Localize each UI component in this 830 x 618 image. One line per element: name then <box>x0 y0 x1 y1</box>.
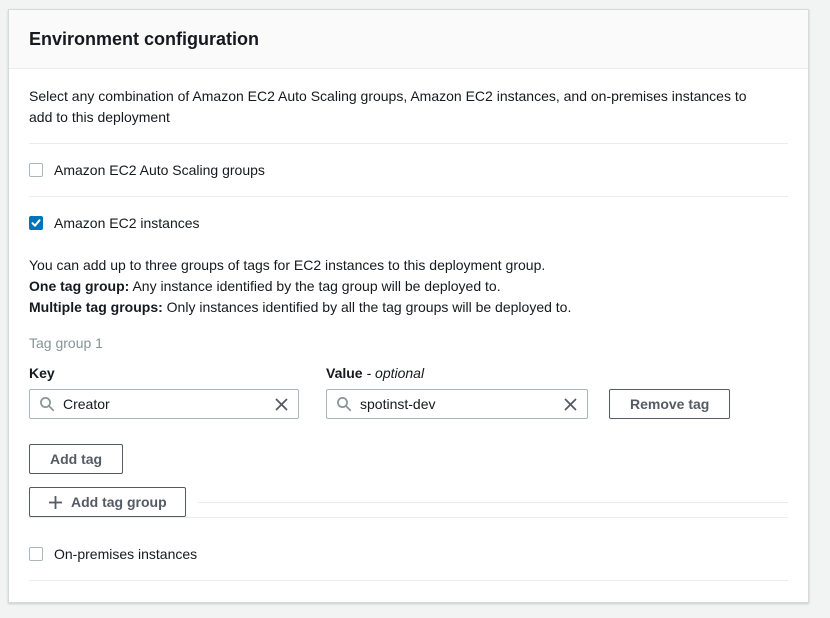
key-input[interactable] <box>63 396 266 412</box>
intro-text: Select any combination of Amazon EC2 Aut… <box>29 86 759 128</box>
ec2-tags-help-text: You can add up to three groups of tags f… <box>29 255 788 318</box>
on-premises-checkbox[interactable] <box>29 547 43 561</box>
divider <box>29 580 788 581</box>
add-tag-button[interactable]: Add tag <box>29 444 123 474</box>
auto-scaling-groups-checkbox[interactable] <box>29 163 43 177</box>
value-clear-button[interactable] <box>563 397 578 412</box>
auto-scaling-groups-label: Amazon EC2 Auto Scaling groups <box>54 162 265 178</box>
help-line-2-label: One tag group: <box>29 278 129 294</box>
key-clear-button[interactable] <box>274 397 289 412</box>
value-input[interactable] <box>360 396 555 412</box>
remove-tag-button[interactable]: Remove tag <box>609 389 730 419</box>
panel-title: Environment configuration <box>29 27 788 51</box>
clear-x-icon <box>274 397 289 412</box>
on-premises-label: On-premises instances <box>54 546 197 562</box>
search-icon <box>39 396 55 412</box>
add-tag-group-row: Add tag group <box>29 487 788 517</box>
inline-divider <box>198 502 788 503</box>
ec2-instances-checkbox[interactable] <box>29 216 43 230</box>
help-line-3-label: Multiple tag groups: <box>29 299 163 315</box>
checkbox-row-on-premises[interactable]: On-premises instances <box>29 518 788 580</box>
search-icon <box>336 396 352 412</box>
add-tag-group-button[interactable]: Add tag group <box>29 487 186 517</box>
key-label: Key <box>29 365 299 381</box>
add-tag-group-label: Add tag group <box>71 494 167 510</box>
panel-body: Select any combination of Amazon EC2 Aut… <box>9 86 808 581</box>
key-search-box <box>29 389 299 419</box>
tag-group-title: Tag group 1 <box>29 335 788 351</box>
help-line-2: One tag group: Any instance identified b… <box>29 276 788 297</box>
page: { "colors": { "page_bg": "#f2f3f3", "car… <box>0 0 830 618</box>
value-field: Value - optional <box>326 365 588 419</box>
help-line-1: You can add up to three groups of tags f… <box>29 255 788 276</box>
help-line-2-text: Any instance identified by the tag group… <box>132 278 500 294</box>
value-label-text: Value <box>326 365 363 381</box>
optional-label: - optional <box>366 365 424 381</box>
ec2-instances-label: Amazon EC2 instances <box>54 215 200 231</box>
checkmark-icon <box>31 218 41 228</box>
value-label: Value - optional <box>326 365 588 381</box>
help-line-3: Multiple tag groups: Only instances iden… <box>29 297 788 318</box>
panel-header: Environment configuration <box>9 10 808 69</box>
checkbox-row-auto-scaling-groups[interactable]: Amazon EC2 Auto Scaling groups <box>29 144 788 196</box>
checkbox-row-ec2-instances[interactable]: Amazon EC2 instances <box>29 197 788 231</box>
key-field: Key <box>29 365 299 419</box>
tag-fields-row: Key Value - optional <box>29 365 788 419</box>
plus-icon <box>48 495 63 510</box>
environment-configuration-panel: Environment configuration Select any com… <box>8 9 809 603</box>
clear-x-icon <box>563 397 578 412</box>
value-search-box <box>326 389 588 419</box>
help-line-3-text: Only instances identified by all the tag… <box>167 299 572 315</box>
